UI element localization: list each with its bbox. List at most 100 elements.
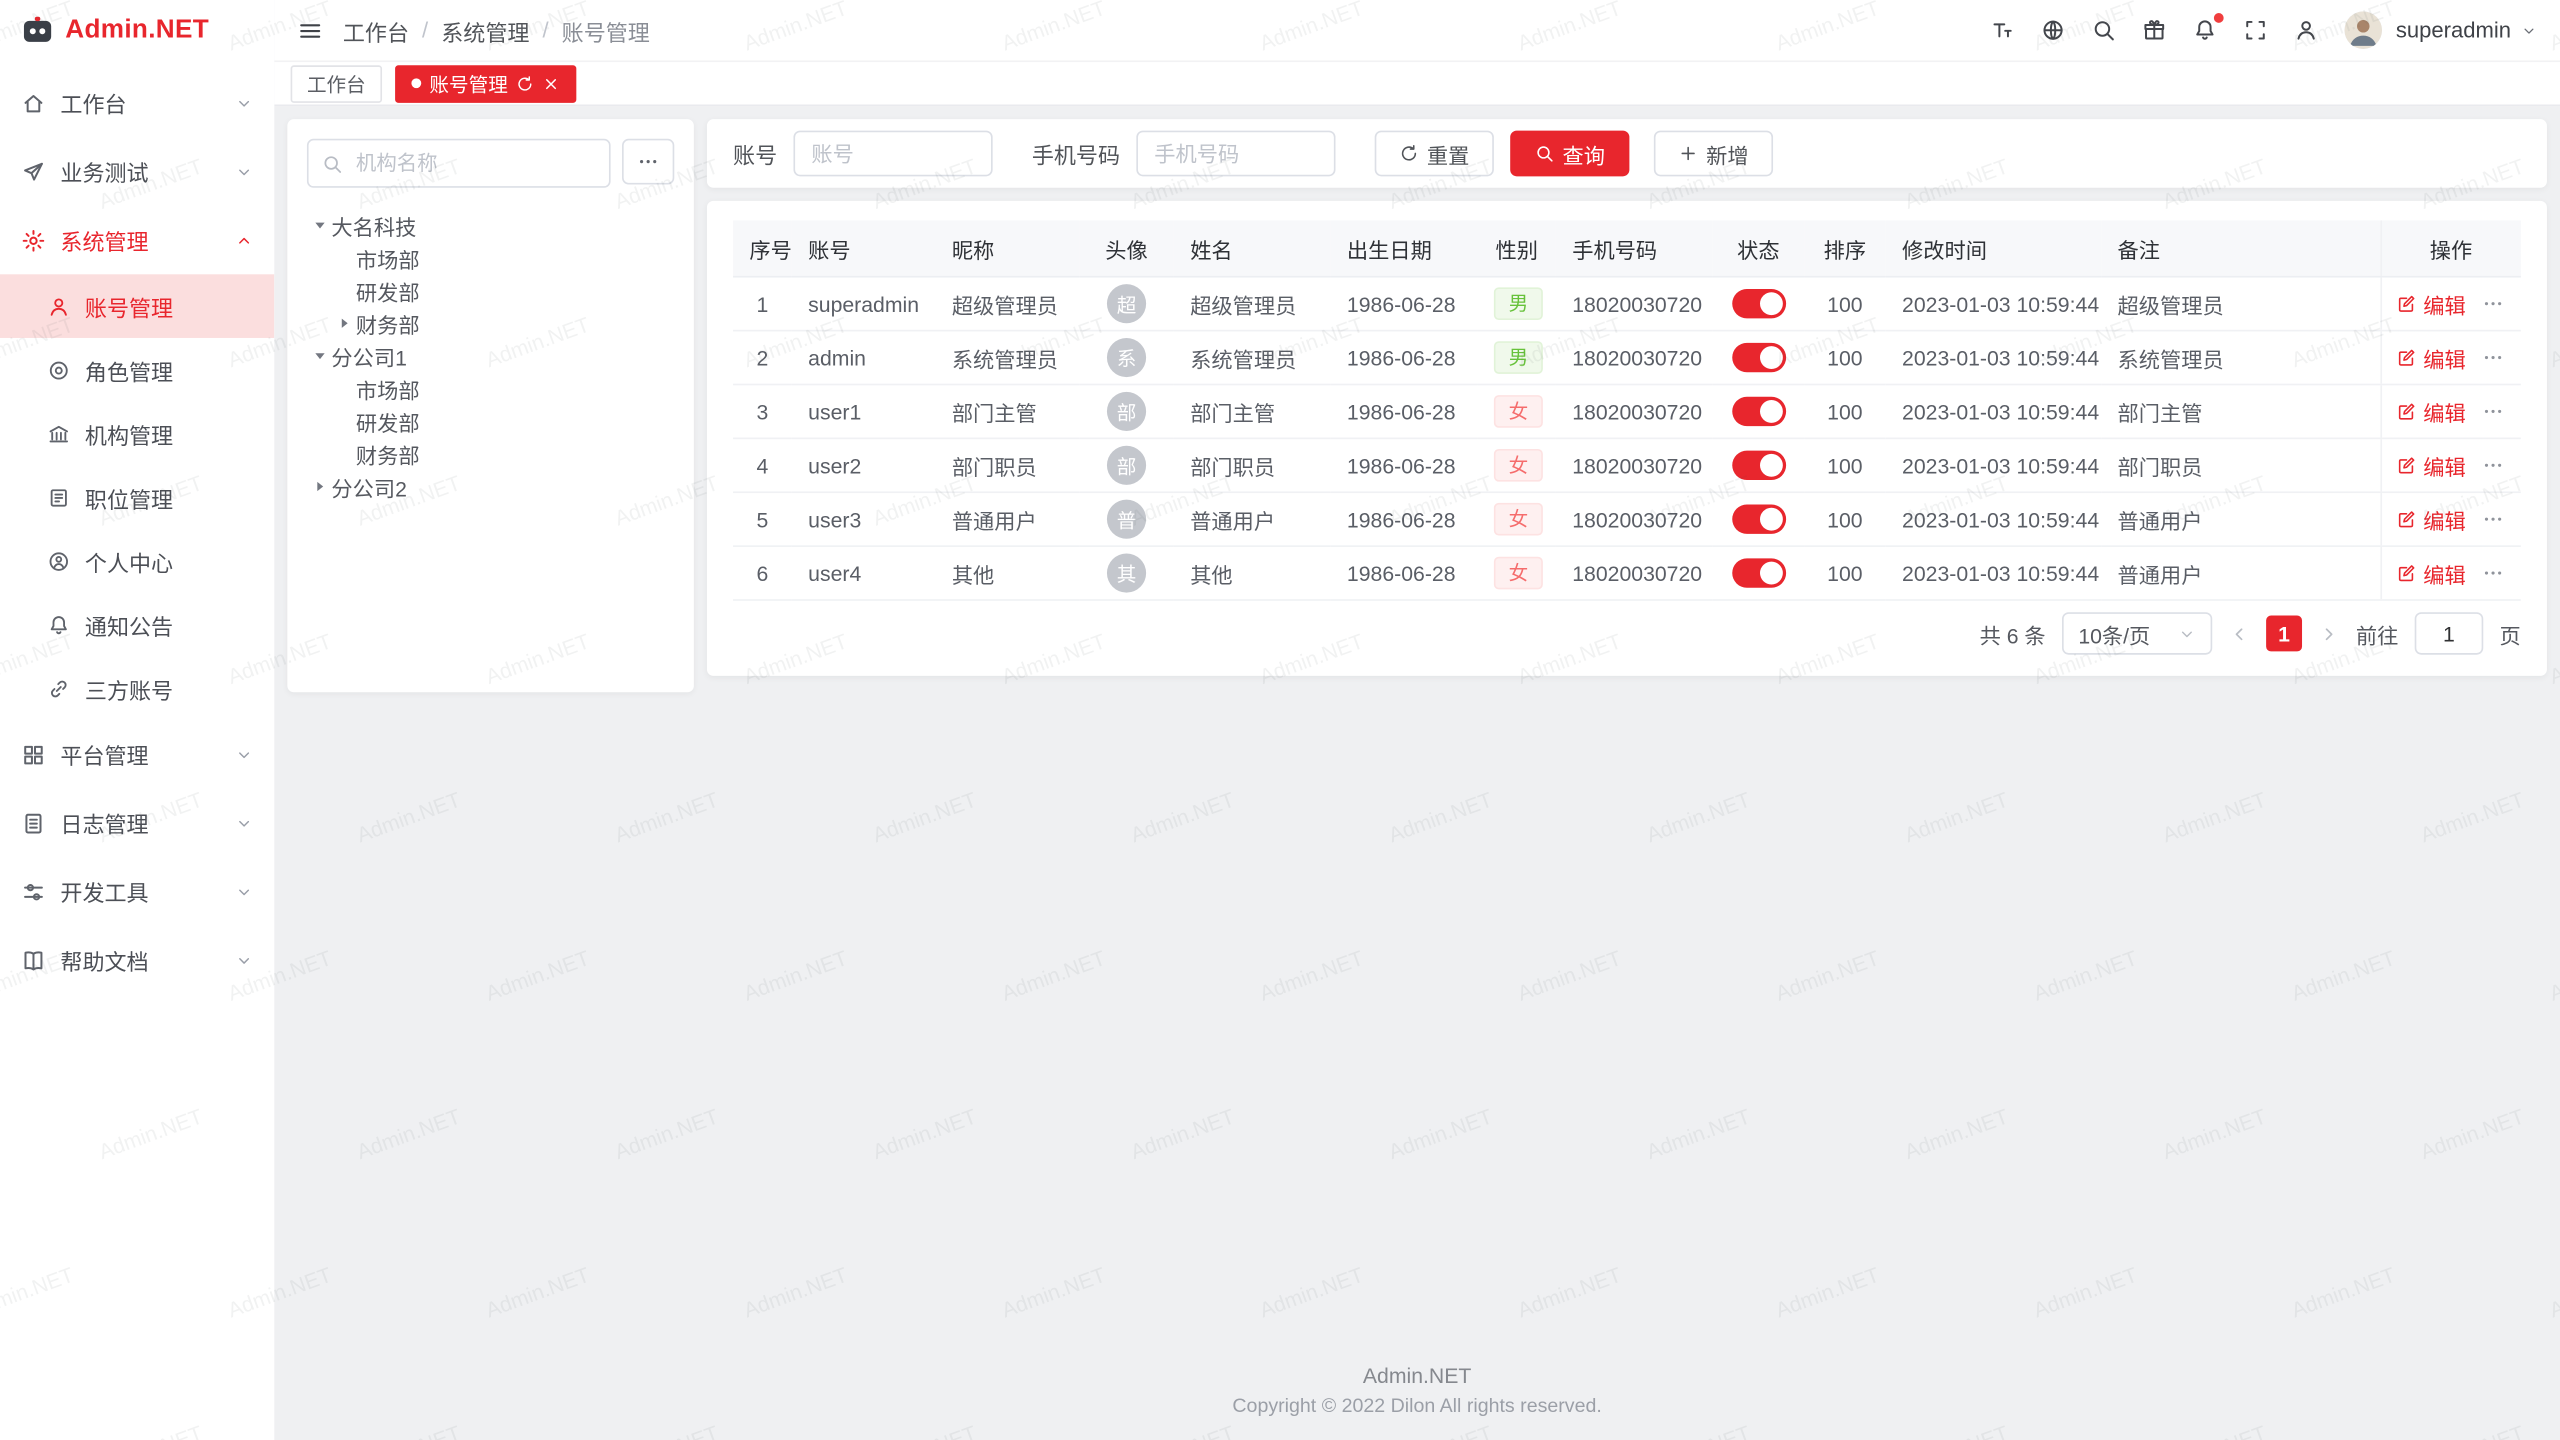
sidebar-item-business-test[interactable]: 业务测试 — [0, 137, 274, 206]
tree-node[interactable]: 分公司1 — [307, 340, 674, 373]
tab-account-mgmt[interactable]: 账号管理 — [395, 64, 576, 102]
search-button[interactable]: 查询 — [1510, 131, 1629, 177]
cell-birth: 1986-06-28 — [1331, 331, 1478, 385]
profile-icon-glyph — [2295, 18, 2319, 42]
sidebar-item-label: 系统管理 — [60, 224, 148, 257]
notification-bell-icon[interactable] — [2193, 18, 2217, 42]
next-page-button[interactable] — [2318, 623, 2339, 644]
sidebar-item-role-mgmt[interactable]: 角色管理 — [0, 338, 274, 402]
topbar-actions: superadmin — [1991, 11, 2537, 49]
reset-button[interactable]: 重置 — [1375, 131, 1494, 177]
tree-node[interactable]: 研发部 — [331, 274, 674, 307]
cell-status — [1713, 438, 1804, 492]
logo[interactable]: Admin.NET — [0, 0, 274, 60]
cell-phone: 18020030720 — [1556, 492, 1713, 546]
cell-phone: 18020030720 — [1556, 384, 1713, 438]
status-toggle[interactable] — [1731, 558, 1785, 587]
sidebar-item-help-docs[interactable]: 帮助文档 — [0, 926, 274, 995]
edit-button[interactable]: 编辑 — [2397, 342, 2466, 373]
sidebar-item-platform-mgmt[interactable]: 平台管理 — [0, 720, 274, 789]
edit-button[interactable]: 编辑 — [2397, 504, 2466, 535]
bell-icon — [47, 613, 70, 636]
bank-icon — [47, 422, 70, 445]
org-more-button[interactable] — [622, 139, 674, 185]
cell-ops: 编辑 — [2380, 384, 2520, 438]
add-button[interactable]: 新增 — [1654, 131, 1773, 177]
cell-sort: 100 — [1804, 438, 1886, 492]
goto-page-input[interactable] — [2415, 612, 2484, 654]
status-toggle[interactable] — [1731, 504, 1785, 533]
edit-button[interactable]: 编辑 — [2397, 288, 2466, 319]
row-more-button[interactable] — [2482, 562, 2505, 585]
cell-ops: 编辑 — [2380, 438, 2520, 492]
gift-icon[interactable] — [2143, 18, 2167, 42]
row-more-button[interactable] — [2482, 292, 2505, 315]
row-more-button[interactable] — [2482, 400, 2505, 423]
tree-node[interactable]: 分公司2 — [307, 470, 674, 503]
cell-seq: 1 — [733, 277, 792, 331]
cell-mtime: 2023-01-03 10:59:44 — [1886, 492, 2102, 546]
sidebar-item-personal-center[interactable]: 个人中心 — [0, 529, 274, 593]
account-input[interactable] — [793, 131, 992, 177]
caret-down-icon[interactable] — [307, 346, 331, 366]
row-more-button[interactable] — [2482, 508, 2505, 531]
plus-icon — [1678, 144, 1698, 164]
globe-icon[interactable] — [2042, 18, 2066, 42]
page-size-select[interactable]: 10条/页 — [2062, 612, 2212, 654]
profile-icon[interactable] — [2295, 18, 2319, 42]
phone-input[interactable] — [1136, 131, 1335, 177]
cell-avatar: 超 — [1079, 277, 1174, 331]
tab-workbench[interactable]: 工作台 — [291, 64, 382, 102]
cell-gender: 男 — [1478, 277, 1556, 331]
breadcrumb-item[interactable]: 系统管理 — [441, 14, 529, 47]
sidebar-item-notice[interactable]: 通知公告 — [0, 593, 274, 657]
sidebar-item-account-mgmt[interactable]: 账号管理 — [0, 274, 274, 338]
edit-button[interactable]: 编辑 — [2397, 396, 2466, 427]
edit-button[interactable]: 编辑 — [2397, 450, 2466, 481]
status-toggle[interactable] — [1731, 451, 1785, 480]
sidebar-item-third-account[interactable]: 三方账号 — [0, 656, 274, 720]
fullscreen-icon[interactable] — [2244, 18, 2268, 42]
tab-refresh-icon[interactable] — [516, 74, 534, 92]
font-size-icon[interactable] — [1991, 18, 2015, 42]
org-search-input[interactable] — [353, 150, 596, 176]
tree-node[interactable]: 财务部 — [331, 438, 674, 471]
col-remark: 备注 — [2101, 220, 2380, 276]
sidebar-item-label: 日志管理 — [60, 807, 148, 840]
tree-node[interactable]: 市场部 — [331, 372, 674, 405]
cell-birth: 1986-06-28 — [1331, 546, 1478, 600]
table-row: 6 user4 其他 其 其他 1986-06-28 女 18020030720… — [733, 546, 2521, 600]
page-1-button[interactable]: 1 — [2266, 616, 2302, 652]
sidebar-item-log-mgmt[interactable]: 日志管理 — [0, 789, 274, 858]
status-toggle[interactable] — [1731, 343, 1785, 372]
tree-node[interactable]: 大名科技 — [307, 209, 674, 242]
tree-node[interactable]: 研发部 — [331, 405, 674, 438]
sidebar-item-org-mgmt[interactable]: 机构管理 — [0, 402, 274, 466]
row-more-button[interactable] — [2482, 346, 2505, 369]
username[interactable]: superadmin — [2396, 18, 2511, 42]
tree-node[interactable]: 财务部 — [331, 307, 674, 340]
caret-right-icon[interactable] — [307, 477, 331, 497]
sidebar-item-position-mgmt[interactable]: 职位管理 — [0, 465, 274, 529]
row-avatar: 普 — [1107, 500, 1146, 539]
edit-button[interactable]: 编辑 — [2397, 558, 2466, 589]
prev-page-button[interactable] — [2229, 623, 2250, 644]
tab-close-icon[interactable] — [542, 74, 560, 92]
sidebar-item-workbench[interactable]: 工作台 — [0, 69, 274, 138]
chevron-up-icon — [235, 231, 253, 249]
caret-down-icon[interactable] — [307, 216, 331, 236]
sidebar-item-system-mgmt[interactable]: 系统管理 — [0, 206, 274, 275]
tree-node[interactable]: 市场部 — [331, 242, 674, 275]
row-more-button[interactable] — [2482, 454, 2505, 477]
search-icon[interactable] — [2092, 18, 2116, 42]
breadcrumb-item[interactable]: 账号管理 — [562, 14, 650, 47]
breadcrumb-item[interactable]: 工作台 — [343, 14, 409, 47]
cell-mtime: 2023-01-03 10:59:44 — [1886, 277, 2102, 331]
sidebar-item-dev-tools[interactable]: 开发工具 — [0, 857, 274, 926]
status-toggle[interactable] — [1731, 289, 1785, 318]
caret-right-icon[interactable] — [331, 313, 355, 333]
user-avatar[interactable] — [2345, 11, 2383, 49]
status-toggle[interactable] — [1731, 397, 1785, 426]
col-account: 账号 — [792, 220, 936, 276]
menu-collapse-icon[interactable] — [297, 17, 323, 43]
